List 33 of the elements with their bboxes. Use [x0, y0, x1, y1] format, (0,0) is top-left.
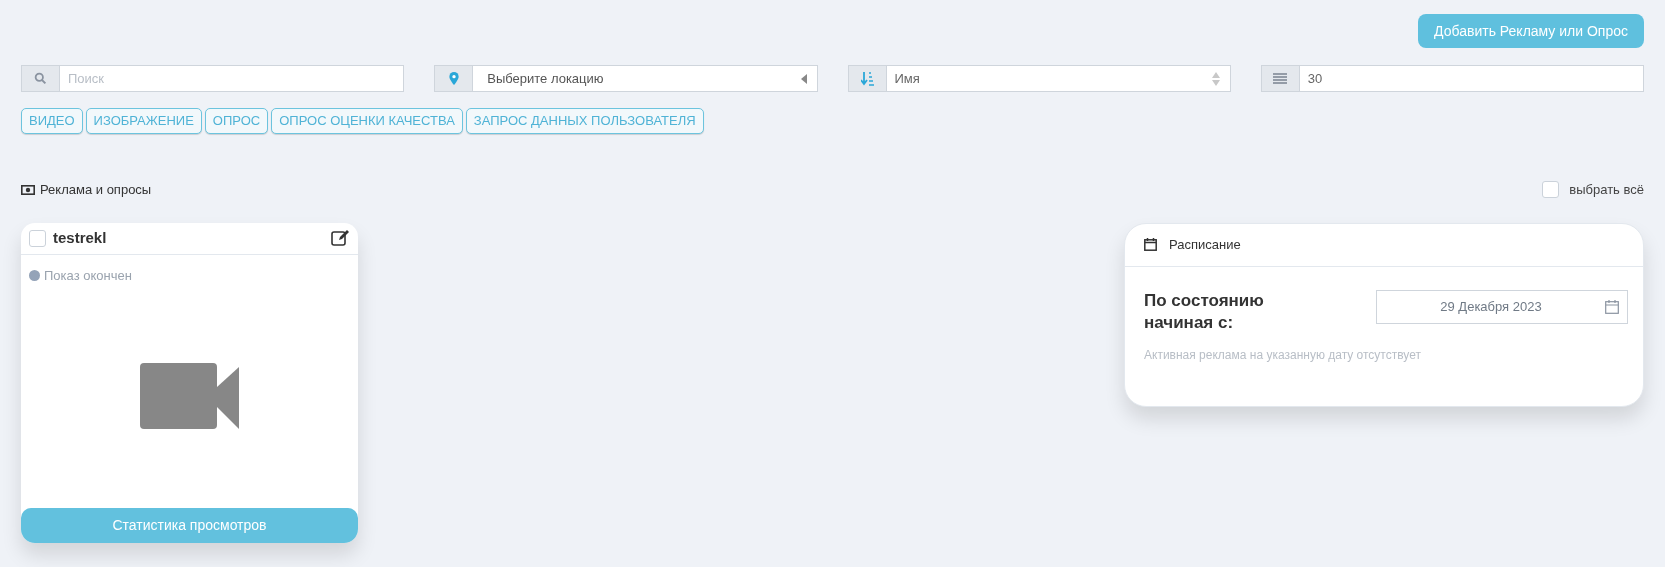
empty-message: Активная реклама на указанную дату отсутствует	[1143, 346, 1422, 364]
edit-icon[interactable]	[331, 230, 350, 246]
filter-tag[interactable]: ВИДЕО	[21, 108, 83, 134]
select-all-checkbox[interactable]	[1542, 181, 1560, 199]
filter-tag[interactable]: ОПРОС ОЦЕНКИ КАЧЕСТВА	[271, 108, 463, 134]
add-button[interactable]: Добавить Рекламу или Опрос	[1418, 14, 1644, 48]
banknote-icon	[21, 184, 35, 195]
card-checkbox[interactable]	[29, 229, 46, 247]
filter-tag[interactable]: ЗАПРОС ДАННЫХ ПОЛЬЗОВАТЕЛЯ	[465, 108, 704, 134]
location-select[interactable]: Выберите локацию	[434, 65, 818, 92]
search-icon	[34, 72, 47, 85]
date-field[interactable]: 29 Декабря 2023	[1376, 289, 1628, 324]
schedule-title: Расписание	[1169, 235, 1241, 254]
sort-icon	[860, 71, 874, 86]
search-input[interactable]: Поиск	[60, 66, 404, 91]
section-title: Реклама и опросы	[40, 181, 152, 199]
sort-arrows-icon	[1211, 71, 1220, 86]
card-title: testrekl	[53, 227, 107, 248]
page-size-field[interactable]: 30	[1260, 65, 1644, 92]
sort-select[interactable]: Имя	[847, 65, 1231, 92]
calendar-icon	[1144, 238, 1157, 251]
status-label: Показ окончен	[44, 266, 132, 285]
select-all-label: выбрать всё	[1569, 181, 1644, 199]
schedule-label: По состоянию начиная с:	[1144, 289, 1265, 334]
video-camera-icon	[140, 363, 239, 430]
stats-button[interactable]: Статистика просмотров	[21, 507, 358, 543]
search-field[interactable]: Поиск	[21, 65, 405, 92]
list-icon	[1273, 73, 1288, 84]
map-pin-icon	[448, 72, 459, 85]
calendar-icon	[1605, 299, 1619, 314]
filter-tag[interactable]: ИЗОБРАЖЕНИЕ	[85, 108, 202, 134]
filter-tag[interactable]: ОПРОС	[204, 108, 269, 134]
caret-icon	[800, 73, 807, 84]
